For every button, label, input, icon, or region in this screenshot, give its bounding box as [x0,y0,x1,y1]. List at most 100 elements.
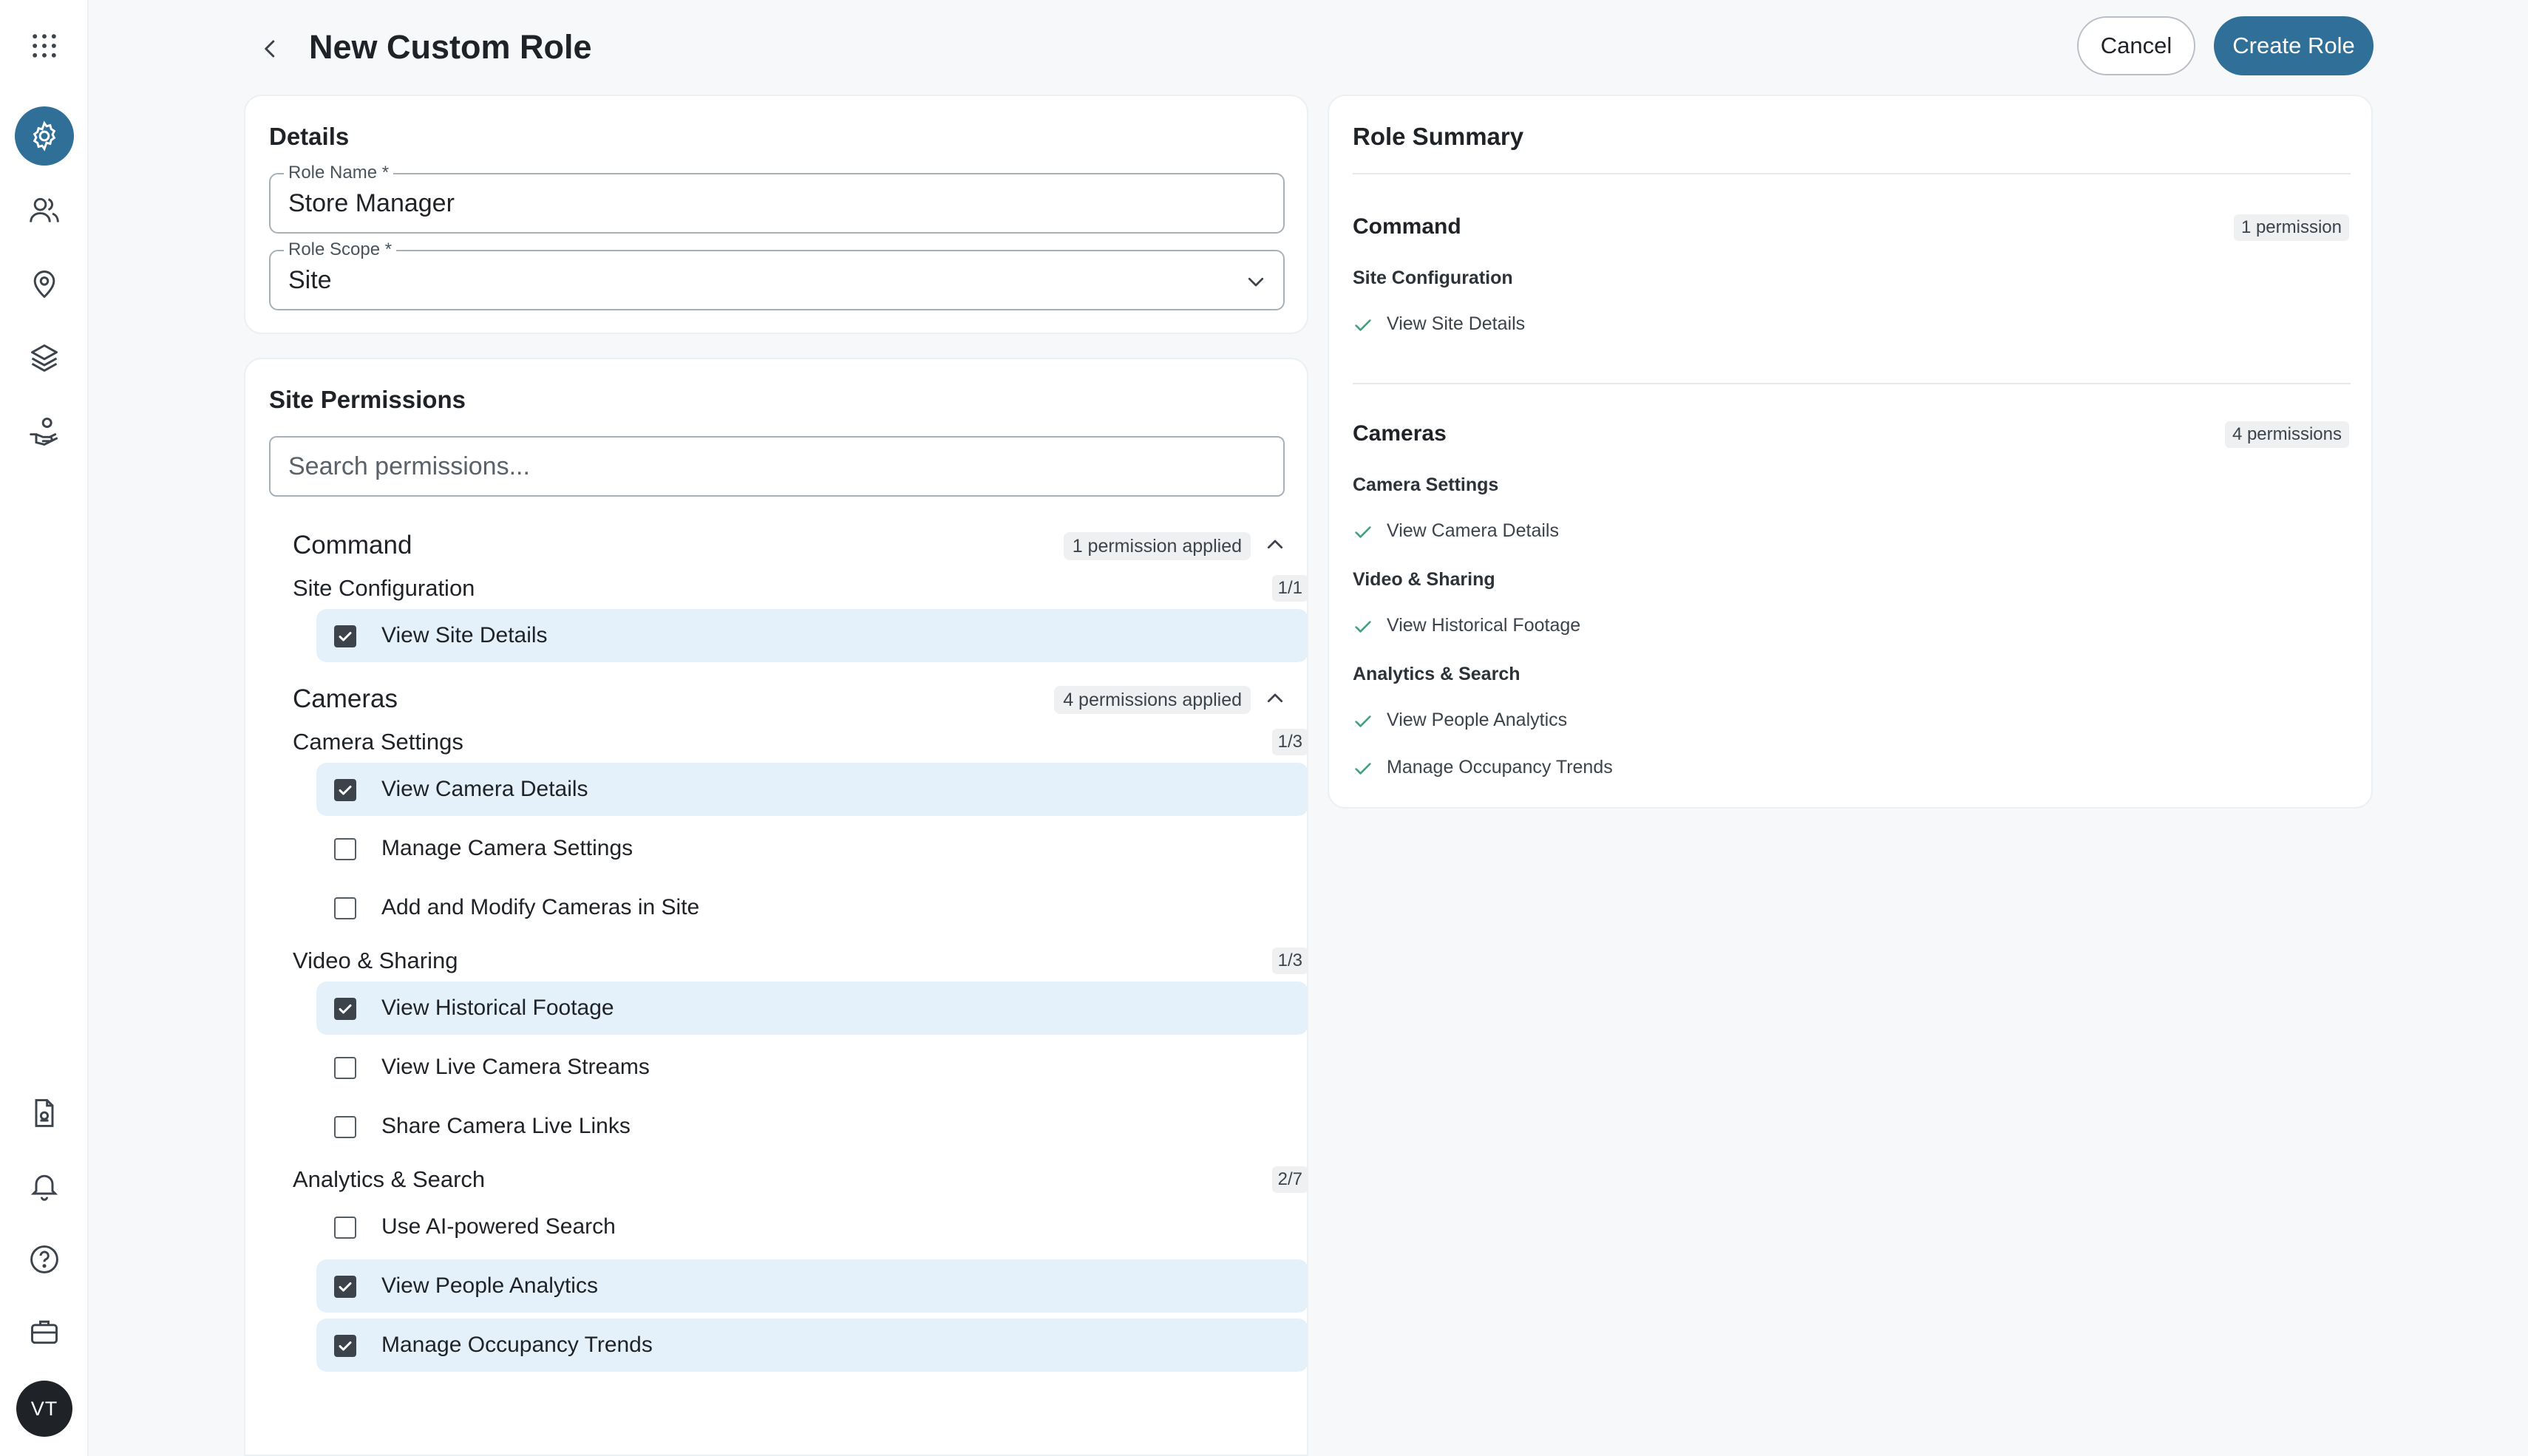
role-scope-value[interactable]: Site [288,265,332,296]
details-title: Details [269,123,350,150]
checkbox[interactable] [334,1276,356,1298]
permission-row-use-ai-powered-search[interactable]: Use AI-powered Search [316,1200,1307,1253]
user-avatar[interactable]: VT [16,1381,72,1437]
check-icon [1353,310,1373,340]
check-icon [1353,612,1373,642]
check-icon [1353,517,1373,547]
permission-label: Add and Modify Cameras in Site [381,895,700,919]
permission-row-view-live-camera-streams[interactable]: View Live Camera Streams [316,1041,1307,1094]
summary-divider [1353,173,2351,174]
hand-person-icon[interactable] [15,402,74,461]
permission-row-share-camera-live-links[interactable]: Share Camera Live Links [316,1100,1307,1153]
checkbox[interactable] [334,1116,356,1138]
permission-search-field[interactable] [269,436,1285,497]
cancel-button[interactable]: Cancel [2077,16,2195,75]
summary-item-label: Manage Occupancy Trends [1387,757,1613,778]
applied-badge: 4 permissions applied [1054,686,1251,714]
apps-grid-icon[interactable] [15,16,74,75]
summary-group-cameras: Cameras [1353,421,1447,446]
permission-label: Use AI-powered Search [381,1214,616,1239]
navigation-rail: VT [0,0,89,1456]
subgroup-count: 1/1 [1271,575,1307,602]
subgroup-analytics-and-search: Analytics & Search 2/7 [293,1163,1307,1196]
permission-label: View Live Camera Streams [381,1055,650,1079]
permission-label: View Historical Footage [381,996,614,1020]
summary-count-badge: 1 permission [2233,214,2349,241]
summary-subgroup-video-and-sharing: Video & Sharing [1353,569,1495,590]
subgroup-title: Video & Sharing [293,948,458,973]
chevron-up-icon[interactable] [1264,687,1286,710]
checkbox[interactable] [334,1057,356,1079]
page-title: New Custom Role [309,28,592,66]
checkbox[interactable] [334,779,356,801]
layers-icon[interactable] [15,328,74,387]
group-title: Cameras [293,684,398,713]
subgroup-count: 2/7 [1271,1166,1307,1193]
chevron-up-icon[interactable] [1264,534,1286,556]
role-summary-title: Role Summary [1353,123,1524,150]
summary-item-label: View Site Details [1387,313,1526,334]
permission-label: View Site Details [381,623,548,647]
applied-badge: 1 permission applied [1063,532,1251,560]
subgroup-video-and-sharing: Video & Sharing 1/3 [293,945,1307,977]
briefcase-icon[interactable] [15,1302,74,1361]
role-name-field[interactable]: Role Name * Store Manager [269,163,1285,234]
permission-search-input[interactable] [271,438,1283,495]
role-summary-card: Role Summary Command 1 permission Site Con… [1328,95,2373,809]
summary-item-label: View Historical Footage [1387,615,1581,636]
subgroup-camera-settings: Camera Settings 1/3 [293,726,1307,758]
summary-subgroup-camera-settings: Camera Settings [1353,474,1499,495]
summary-group-command: Command [1353,214,1461,239]
permission-label: Manage Camera Settings [381,836,633,860]
help-icon[interactable] [15,1230,74,1289]
permission-label: Share Camera Live Links [381,1114,631,1138]
check-icon [1353,707,1373,736]
permission-row-view-historical-footage[interactable]: View Historical Footage [316,982,1307,1035]
chevron-down-icon[interactable] [1245,271,1267,293]
subgroup-title: Camera Settings [293,729,463,755]
location-pin-icon[interactable] [15,254,74,313]
permission-row-view-people-analytics[interactable]: View People Analytics [316,1259,1307,1313]
page-header: New Custom Role Cancel Create Role [251,16,2374,78]
summary-subgroup-site-configuration: Site Configuration [1353,268,1513,288]
checkbox[interactable] [334,1335,356,1357]
permission-row-view-site-details[interactable]: View Site Details [316,609,1307,662]
subgroup-title: Analytics & Search [293,1166,486,1192]
create-role-button[interactable]: Create Role [2214,16,2374,75]
permission-label: Manage Occupancy Trends [381,1333,653,1357]
checkbox[interactable] [334,838,356,860]
subgroup-title: Site Configuration [293,575,475,601]
role-name-value[interactable]: Store Manager [288,188,455,219]
summary-item-label: View People Analytics [1387,710,1568,730]
check-icon [1353,754,1373,783]
site-permissions-card: Site Permissions Command 1 permission app… [244,358,1308,1456]
role-scope-select[interactable]: Role Scope * Site [269,239,1285,310]
back-arrow-icon[interactable] [251,30,290,68]
checkbox[interactable] [334,998,356,1020]
permission-label: View People Analytics [381,1273,598,1298]
bell-icon[interactable] [15,1156,74,1215]
checkbox[interactable] [334,1217,356,1239]
site-permissions-title: Site Permissions [269,386,466,413]
checkbox[interactable] [334,625,356,647]
subgroup-count: 1/3 [1271,948,1307,974]
subgroup-site-configuration: Site Configuration 1/1 [293,572,1307,605]
summary-item-label: View Camera Details [1387,520,1559,541]
permission-row-view-camera-details[interactable]: View Camera Details [316,763,1307,816]
permission-group-cameras[interactable]: Cameras 4 permissions applied [293,680,1307,717]
summary-subgroup-analytics-and-search: Analytics & Search [1353,664,1520,684]
subgroup-count: 1/3 [1271,729,1307,755]
summary-divider [1353,383,2351,384]
report-document-icon[interactable] [15,1084,74,1143]
users-icon[interactable] [15,180,74,239]
settings-gear-icon[interactable] [15,106,74,166]
group-title: Command [293,531,412,559]
summary-count-badge: 4 permissions [2224,421,2349,448]
permission-group-command[interactable]: Command 1 permission applied [293,526,1307,563]
permission-row-manage-occupancy-trends[interactable]: Manage Occupancy Trends [316,1319,1307,1372]
role-scope-label: Role Scope * [284,239,397,260]
checkbox[interactable] [334,897,356,919]
role-name-label: Role Name * [284,163,394,183]
permission-row-add-and-modify-cameras-in-site[interactable]: Add and Modify Cameras in Site [316,881,1307,934]
permission-row-manage-camera-settings[interactable]: Manage Camera Settings [316,822,1307,875]
